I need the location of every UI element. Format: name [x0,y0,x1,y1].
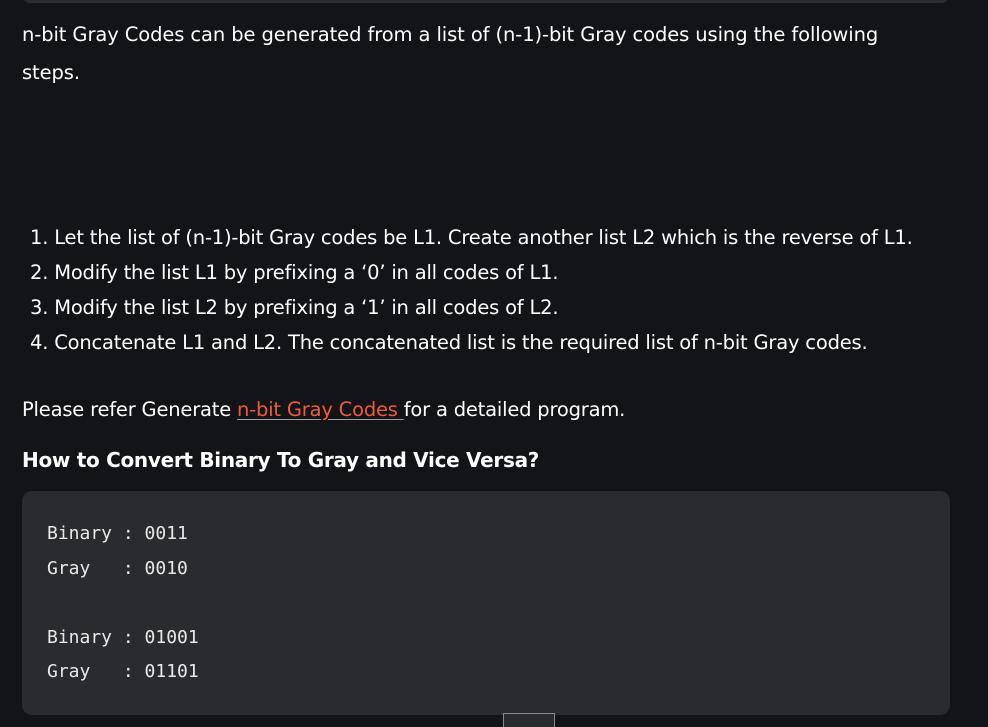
refer-suffix: for a detailed program. [403,398,626,421]
code-line: Binary : 01001 [47,626,199,648]
scroll-to-top-tab[interactable] [503,713,555,727]
list-item: 3. Modify the list L2 by prefixing a ‘1’… [30,296,559,319]
code-line: Binary : 0011 [47,523,188,544]
code-line: Gray : 0010 [47,557,188,579]
section-heading: How to Convert Binary To Gray and Vice V… [22,448,540,472]
intro-paragraph: n-bit Gray Codes can be generated from a… [22,23,879,84]
list-item: 2. Modify the list L1 by prefixing a ‘0’… [30,261,559,284]
code-content: Binary : 0011 Gray : 0010 Binary : 01001 Gr… [47,517,199,690]
list-item: 4. Concatenate L1 and L2. The concatenat… [30,331,868,354]
code-block: Binary : 0011 Gray : 0010 Binary : 01001 Gr… [22,491,950,715]
steps-list: 1. Let the list of (n-1)-bit Gray codes … [30,220,913,360]
gray-codes-link[interactable]: n-bit Gray Codes [237,398,404,421]
previous-block-edge [22,0,949,3]
list-item: 1. Let the list of (n-1)-bit Gray codes … [30,226,913,249]
refer-paragraph: Please refer Generate n-bit Gray Codes f… [22,392,625,428]
code-line: Gray : 01101 [47,661,199,683]
refer-prefix: Please refer Generate [22,398,238,421]
